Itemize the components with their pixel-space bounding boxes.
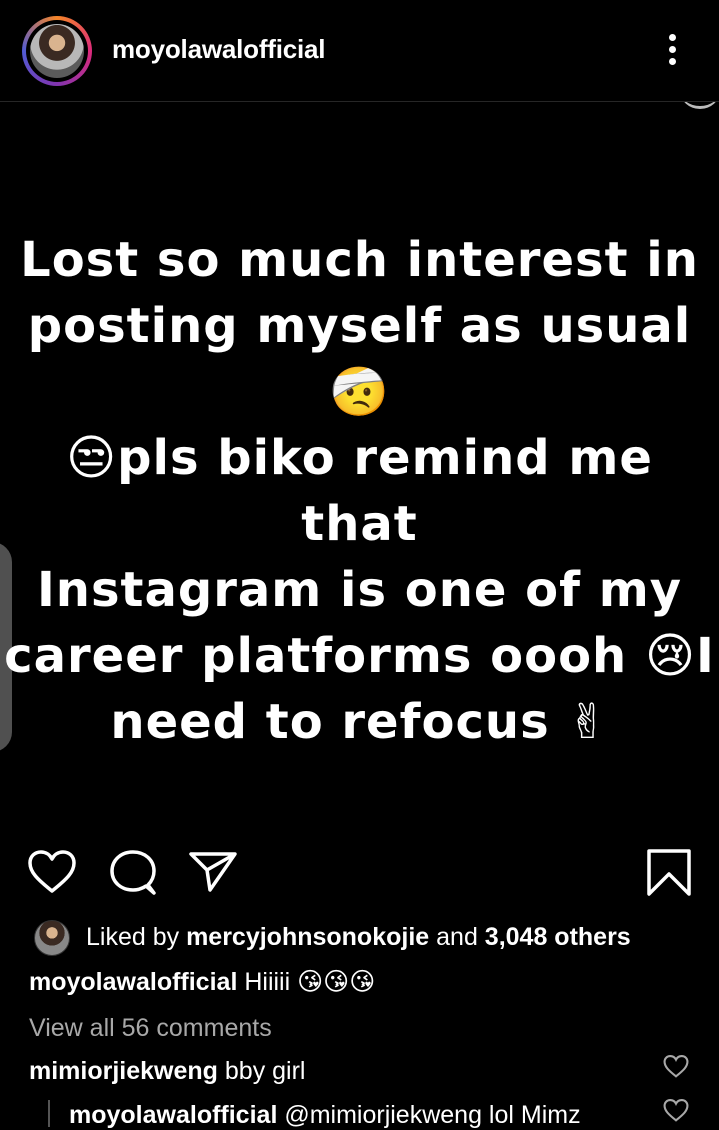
likes-text[interactable]: Liked by mercyjohnsonokojie and 3,048 ot… (86, 923, 631, 952)
profile-avatar[interactable] (22, 16, 92, 86)
post-line: Instagram is one of my (36, 562, 683, 618)
reply-username[interactable]: moyolawalofficial (69, 1101, 277, 1129)
post-line: career platforms oooh 😢I (4, 628, 715, 684)
post-line: need to refocus ✌ (110, 694, 609, 750)
bookmark-icon[interactable] (644, 848, 694, 898)
reply-text: @mimiorjiekweng lol Mimz (277, 1101, 581, 1129)
view-all-comments-link[interactable]: View all 56 comments (29, 1014, 272, 1043)
comment-text: bby girl (217, 1057, 306, 1085)
comment-item: mimiorjiekweng bby girl (29, 1057, 306, 1086)
post-line: Lost so much interest in (20, 232, 699, 288)
caption: moyolawalofficial Hiiiii 😘😘😘 (29, 967, 375, 997)
caption-username[interactable]: moyolawalofficial (29, 968, 237, 996)
caption-text: Hiiiii 😘😘😘 (237, 968, 376, 996)
reply-indicator (48, 1100, 50, 1127)
heart-icon[interactable] (27, 848, 77, 898)
comment-like-icon[interactable] (663, 1054, 689, 1080)
comment-icon[interactable] (108, 848, 158, 898)
reply-item: moyolawalofficial @mimiorjiekweng lol Mi… (69, 1101, 581, 1130)
post-image[interactable]: Lost so much interest in posting myself … (0, 102, 719, 822)
decorative-curve (680, 102, 719, 109)
likes-row: Liked by mercyjohnsonokojie and 3,048 ot… (0, 915, 719, 959)
post-text: Lost so much interest in posting myself … (0, 227, 719, 755)
comment-username[interactable]: mimiorjiekweng (29, 1057, 218, 1085)
reply-like-icon[interactable] (663, 1098, 689, 1124)
liker-username[interactable]: mercyjohnsonokojie (186, 923, 429, 951)
post-line: posting myself as usual 🤕 (27, 298, 692, 420)
liker-avatar[interactable] (34, 920, 70, 956)
send-icon[interactable] (188, 848, 238, 898)
post-line: 😒pls biko remind me that (66, 430, 653, 552)
more-vertical-icon[interactable] (661, 30, 685, 70)
username-link[interactable]: moyolawalofficial (112, 34, 326, 65)
post-header: moyolawalofficial (0, 0, 719, 102)
avatar-image (30, 24, 84, 78)
likes-count[interactable]: 3,048 others (485, 923, 631, 951)
action-bar (0, 822, 719, 912)
